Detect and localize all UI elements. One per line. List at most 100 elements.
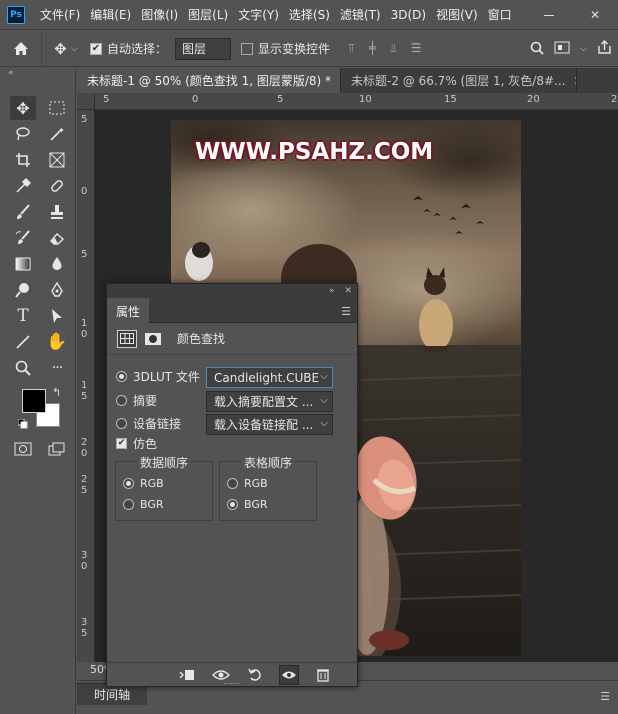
home-button[interactable] [0,30,42,67]
more-tools-icon[interactable]: ··· [44,356,70,380]
eyedropper-tool-icon[interactable] [10,174,36,198]
quick-mask-icon[interactable] [10,437,36,461]
data-order-rgb-option[interactable]: RGB [123,477,164,490]
menu-3d[interactable]: 3D(D) [386,8,431,22]
hand-tool-icon[interactable]: ✋ [44,330,70,354]
table-order-bgr-option[interactable]: BGR [227,498,268,511]
magic-wand-tool-icon[interactable]: ✦ [44,122,70,146]
crop-tool-icon[interactable] [10,148,36,172]
abstract-radio[interactable] [116,395,127,406]
panel-titlebar[interactable]: » ✕ [107,284,357,298]
share-icon[interactable] [597,40,612,58]
screen-mode-icon[interactable] [44,437,70,461]
menu-edit[interactable]: 编辑(E) [85,6,136,23]
tab-document-2[interactable]: 未标题-2 @ 66.7% (图层 1, 灰色/8#... ✕ [341,68,577,93]
abstract-dropdown[interactable]: 载入摘要配置文 ... ⌵ [206,391,333,412]
stamp-tool-icon[interactable] [44,200,70,224]
move-tool-icon[interactable]: ✥ [10,96,36,120]
resize-grip[interactable] [224,683,240,685]
clip-to-layer-icon[interactable] [177,665,197,685]
blur-tool-icon[interactable] [44,252,70,276]
reset-icon[interactable] [245,665,265,685]
document-tabs: 未标题-1 @ 50% (颜色查找 1, 图层蒙版/8) * 未标题-2 @ 6… [77,68,618,93]
close-window-button[interactable]: ✕ [572,0,618,30]
foreground-color-swatch[interactable] [22,389,46,413]
minimize-button[interactable] [526,0,572,30]
panel-menu-icon[interactable]: ☰ [341,305,351,318]
menu-select[interactable]: 选择(S) [284,6,335,23]
frame-tool-icon[interactable] [44,148,70,172]
healing-brush-tool-icon[interactable] [44,174,70,198]
menu-view[interactable]: 视图(V) [431,6,483,23]
device-link-radio[interactable] [116,418,127,429]
tab-label: 未标题-2 @ 66.7% (图层 1, 灰色/8#... [351,74,566,88]
auto-select-checkbox[interactable]: ✔ [90,42,102,55]
menu-filter[interactable]: 滤镜(T) [335,6,386,23]
chevron-down-icon[interactable]: ⌵ [580,44,587,54]
menu-layer[interactable]: 图层(L) [183,6,233,23]
adjustment-grid-icon[interactable] [117,329,137,348]
data-order-bgr-option[interactable]: BGR [123,498,164,511]
properties-panel: » ✕ 属性 ☰ 颜色查找 3DLUT 文件 Candlelight.CUBE … [106,283,358,687]
show-transform-checkbox[interactable] [241,42,254,55]
move-tool-preset-picker[interactable]: ✥ ⌵ [42,40,90,58]
delete-icon[interactable] [313,665,333,685]
data-order-bgr-radio[interactable] [123,499,134,510]
lut-file-radio[interactable] [116,371,127,382]
dodge-tool-icon[interactable] [10,278,36,302]
view-previous-state-icon[interactable] [211,665,231,685]
auto-select-target-dropdown[interactable]: 图层 [175,37,232,60]
lut-file-dropdown[interactable]: Candlelight.CUBE ⌵ [206,367,333,388]
align-vcenter-icon[interactable]: ╪ [369,41,376,56]
device-link-dropdown[interactable]: 载入设备链接配 ... ⌵ [206,414,333,435]
line-tool-icon[interactable] [10,330,36,354]
horizontal-ruler[interactable]: 5 0 5 10 15 20 25 [95,93,618,110]
collapse-panel-icon[interactable]: » [329,286,335,296]
vertical-ruler[interactable]: 5 0 5 1 0 1 5 2 0 2 5 3 0 3 5 [77,110,95,662]
lut-file-option[interactable]: 3DLUT 文件 [116,368,200,385]
eraser-tool-icon[interactable] [44,226,70,250]
dither-option[interactable]: ✔ 仿色 [116,435,157,452]
brush-tool-icon[interactable] [10,200,36,224]
device-link-option[interactable]: 设备链接 [116,415,181,432]
type-tool-icon[interactable]: T [10,304,36,328]
table-order-rgb-radio[interactable] [227,478,238,489]
data-order-bgr-label: BGR [140,498,164,511]
visibility-eye-icon[interactable] [279,664,299,685]
history-brush-tool-icon[interactable] [10,226,36,250]
collapse-toolbar-icon[interactable]: « [8,68,14,78]
tab-document-1[interactable]: 未标题-1 @ 50% (颜色查找 1, 图层蒙版/8) * [77,68,341,93]
menu-type[interactable]: 文字(Y) [233,6,284,23]
data-order-group: 数据顺序 RGB BGR [115,456,213,521]
menu-window[interactable]: 窗口 [483,6,517,23]
close-icon[interactable]: ✕ [573,74,576,88]
align-bottom-icon[interactable]: ⫫ [390,41,397,56]
tab-label: 未标题-1 @ 50% (颜色查找 1, 图层蒙版/8) * [87,74,332,88]
minimize-icon [544,14,554,16]
path-selection-tool-icon[interactable] [44,304,70,328]
data-order-rgb-radio[interactable] [123,478,134,489]
close-icon[interactable]: ✕ [344,286,352,296]
table-order-bgr-radio[interactable] [227,499,238,510]
default-colors-icon[interactable] [17,418,28,429]
ruler-origin[interactable] [77,93,95,110]
table-order-rgb-option[interactable]: RGB [227,477,268,490]
lasso-tool-icon[interactable] [10,122,36,146]
workspace-icon[interactable] [554,41,570,57]
gradient-tool-icon[interactable] [10,252,36,276]
swap-colors-icon[interactable]: ↰ [52,386,61,399]
search-icon[interactable] [530,41,544,58]
marquee-tool-icon[interactable] [44,96,70,120]
dither-checkbox[interactable]: ✔ [116,438,127,449]
distribute-icon[interactable]: ☰ [411,41,422,56]
align-top-icon[interactable]: ⫪ [348,41,355,56]
layer-mask-icon[interactable] [143,330,163,348]
abstract-option[interactable]: 摘要 [116,392,157,409]
panel-menu-icon[interactable]: ☰ [600,690,610,703]
menu-image[interactable]: 图像(I) [136,6,183,23]
pen-tool-icon[interactable] [44,278,70,302]
menu-file[interactable]: 文件(F) [35,6,85,23]
zoom-tool-icon[interactable] [10,356,36,380]
panel-tabbar: 属性 ☰ [107,298,357,324]
tab-properties[interactable]: 属性 [107,298,149,324]
